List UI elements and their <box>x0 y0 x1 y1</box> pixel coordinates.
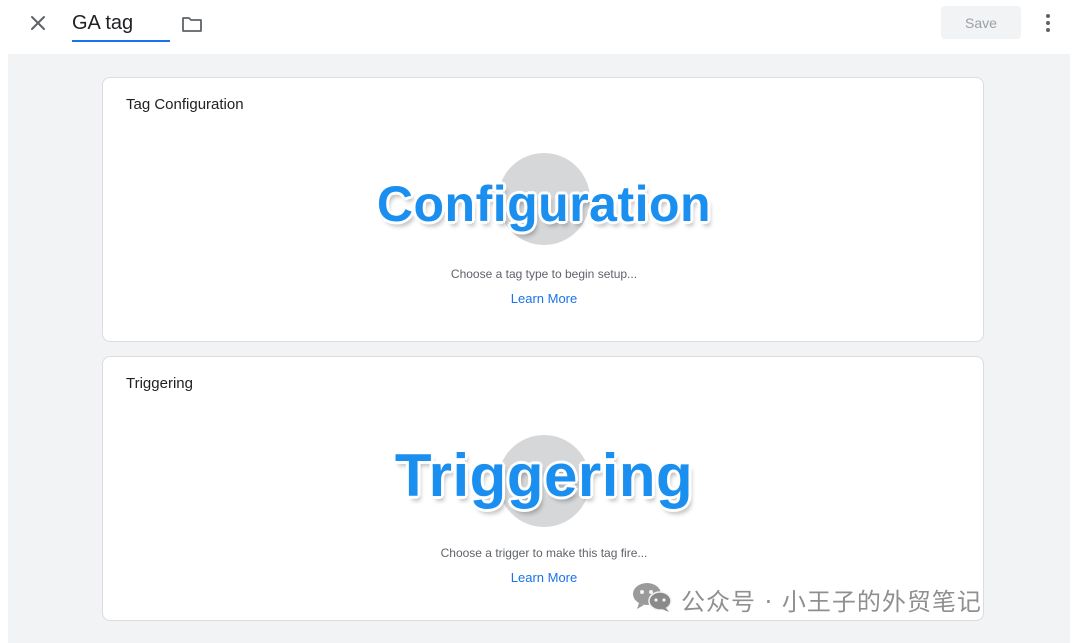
card-title: Tag Configuration <box>126 96 244 113</box>
tag-name-field <box>72 8 170 42</box>
card-hint: Choose a tag type to begin setup... <box>450 267 638 281</box>
watermark-text: 公众号 · 小王子的外贸笔记 <box>681 587 982 616</box>
editor-header: Save <box>0 0 1080 54</box>
card-hint: Choose a trigger to make this tag fire..… <box>440 546 648 560</box>
folder-icon[interactable] <box>180 12 204 36</box>
tag-name-input[interactable] <box>72 8 168 38</box>
triggering-label: Triggering <box>394 442 694 509</box>
close-icon[interactable] <box>26 11 50 35</box>
configuration-label: Configuration <box>376 176 712 232</box>
save-button[interactable]: Save <box>941 6 1021 39</box>
more-vert-icon[interactable] <box>1036 11 1060 35</box>
wechat-icon <box>631 580 673 619</box>
tag-configuration-card[interactable]: Tag Configuration Configuration Choose a… <box>102 77 984 342</box>
card-title: Triggering <box>126 375 193 392</box>
learn-more-link[interactable]: Learn More <box>103 291 985 306</box>
watermark: 公众号 · 小王子的外贸笔记 <box>631 581 982 617</box>
